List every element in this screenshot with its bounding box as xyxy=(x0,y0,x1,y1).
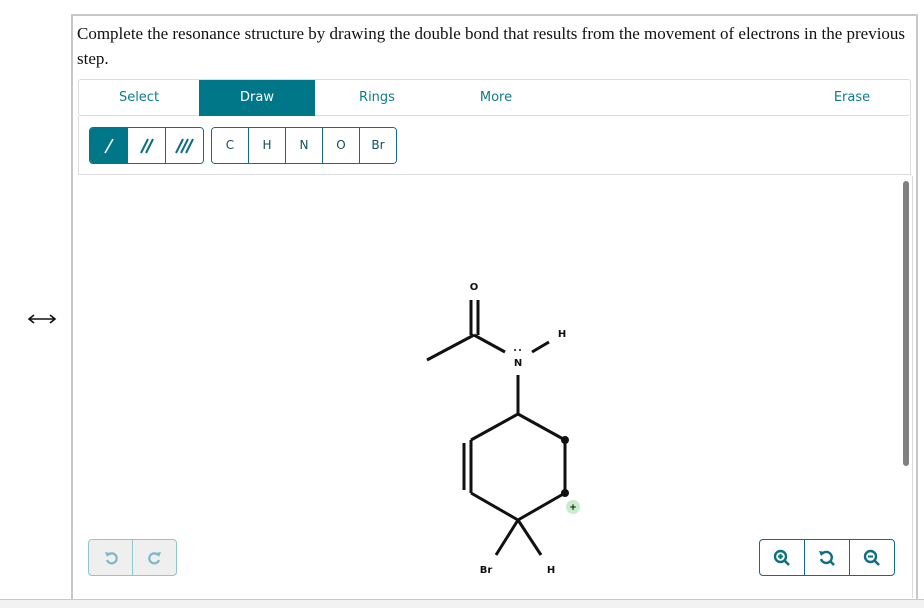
zoom-controls xyxy=(759,539,895,576)
atom-h-ring-label: H xyxy=(547,565,555,576)
bond-c-h xyxy=(516,519,543,556)
undo-icon xyxy=(104,551,118,564)
zoom-in-icon xyxy=(773,549,790,566)
bond-methyl-carbonyl xyxy=(426,333,475,362)
bond-n-h xyxy=(531,340,550,354)
reset-zoom-button[interactable] xyxy=(805,540,850,575)
ring-atom-dot xyxy=(561,489,569,497)
bond-c-br xyxy=(494,519,520,556)
zoom-in-button[interactable] xyxy=(760,540,805,575)
atom-h-n-label: H xyxy=(558,329,566,340)
bond-carbonyl-n xyxy=(473,333,506,354)
redo-icon xyxy=(147,551,161,564)
bond-ring-4 xyxy=(470,491,519,522)
zoom-out-icon xyxy=(863,549,880,566)
bond-ring-1 xyxy=(517,412,566,442)
atom-oxygen-label: O xyxy=(470,282,479,293)
positive-charge-label: + xyxy=(569,503,577,513)
reset-zoom-icon xyxy=(819,550,835,566)
bond-ring-6 xyxy=(470,412,519,442)
lone-pair-dot xyxy=(514,349,516,351)
zoom-out-button[interactable] xyxy=(850,540,894,575)
undo-button[interactable] xyxy=(89,540,133,575)
bond-ring-3 xyxy=(517,491,566,522)
history-group xyxy=(88,539,177,576)
redo-button[interactable] xyxy=(133,540,176,575)
atom-nitrogen-label: N xyxy=(514,358,522,369)
lone-pair-dot xyxy=(519,349,521,351)
drawing-canvas[interactable]: + O N H Br H xyxy=(0,0,924,607)
atom-bromine-label: Br xyxy=(480,565,493,576)
ring-atom-dot xyxy=(561,436,569,444)
